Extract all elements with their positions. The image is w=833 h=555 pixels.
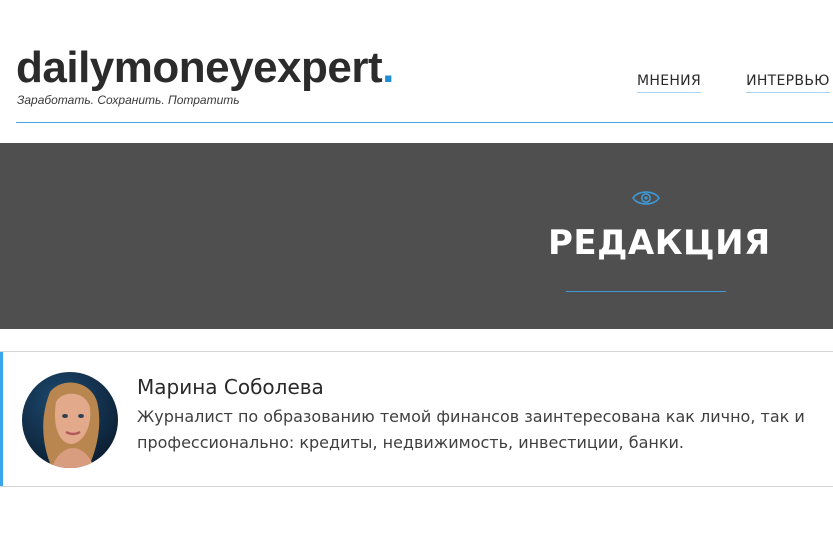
avatar-image <box>22 372 118 468</box>
page-title: РЕДАКЦИЯ <box>548 223 771 263</box>
eye-icon <box>632 191 660 205</box>
site-tagline: Заработать. Сохранить. Потратить <box>17 93 240 107</box>
header-divider <box>16 122 833 123</box>
site-logo[interactable]: dailymoneyexpert. <box>16 44 394 92</box>
title-underline <box>566 291 726 292</box>
nav-item-interviews[interactable]: ИНТЕРВЬЮ <box>746 73 830 93</box>
card-accent-bar <box>0 352 3 486</box>
author-bio: Журналист по образованию темой финансов … <box>137 407 805 452</box>
author-name[interactable]: Марина Соболева <box>137 375 324 399</box>
nav-item-opinions[interactable]: МНЕНИЯ <box>637 73 701 93</box>
author-card: Марина Соболева Журналист по образованию… <box>0 351 833 487</box>
site-header: dailymoneyexpert. Заработать. Сохранить.… <box>0 0 833 124</box>
page-hero: РЕДАКЦИЯ <box>0 143 833 329</box>
logo-text: dailymoneyexpert <box>16 43 383 92</box>
main-nav: МНЕНИЯ ИНТЕРВЬЮ <box>637 70 833 93</box>
author-avatar[interactable] <box>22 372 118 468</box>
logo-dot: . <box>382 43 394 92</box>
